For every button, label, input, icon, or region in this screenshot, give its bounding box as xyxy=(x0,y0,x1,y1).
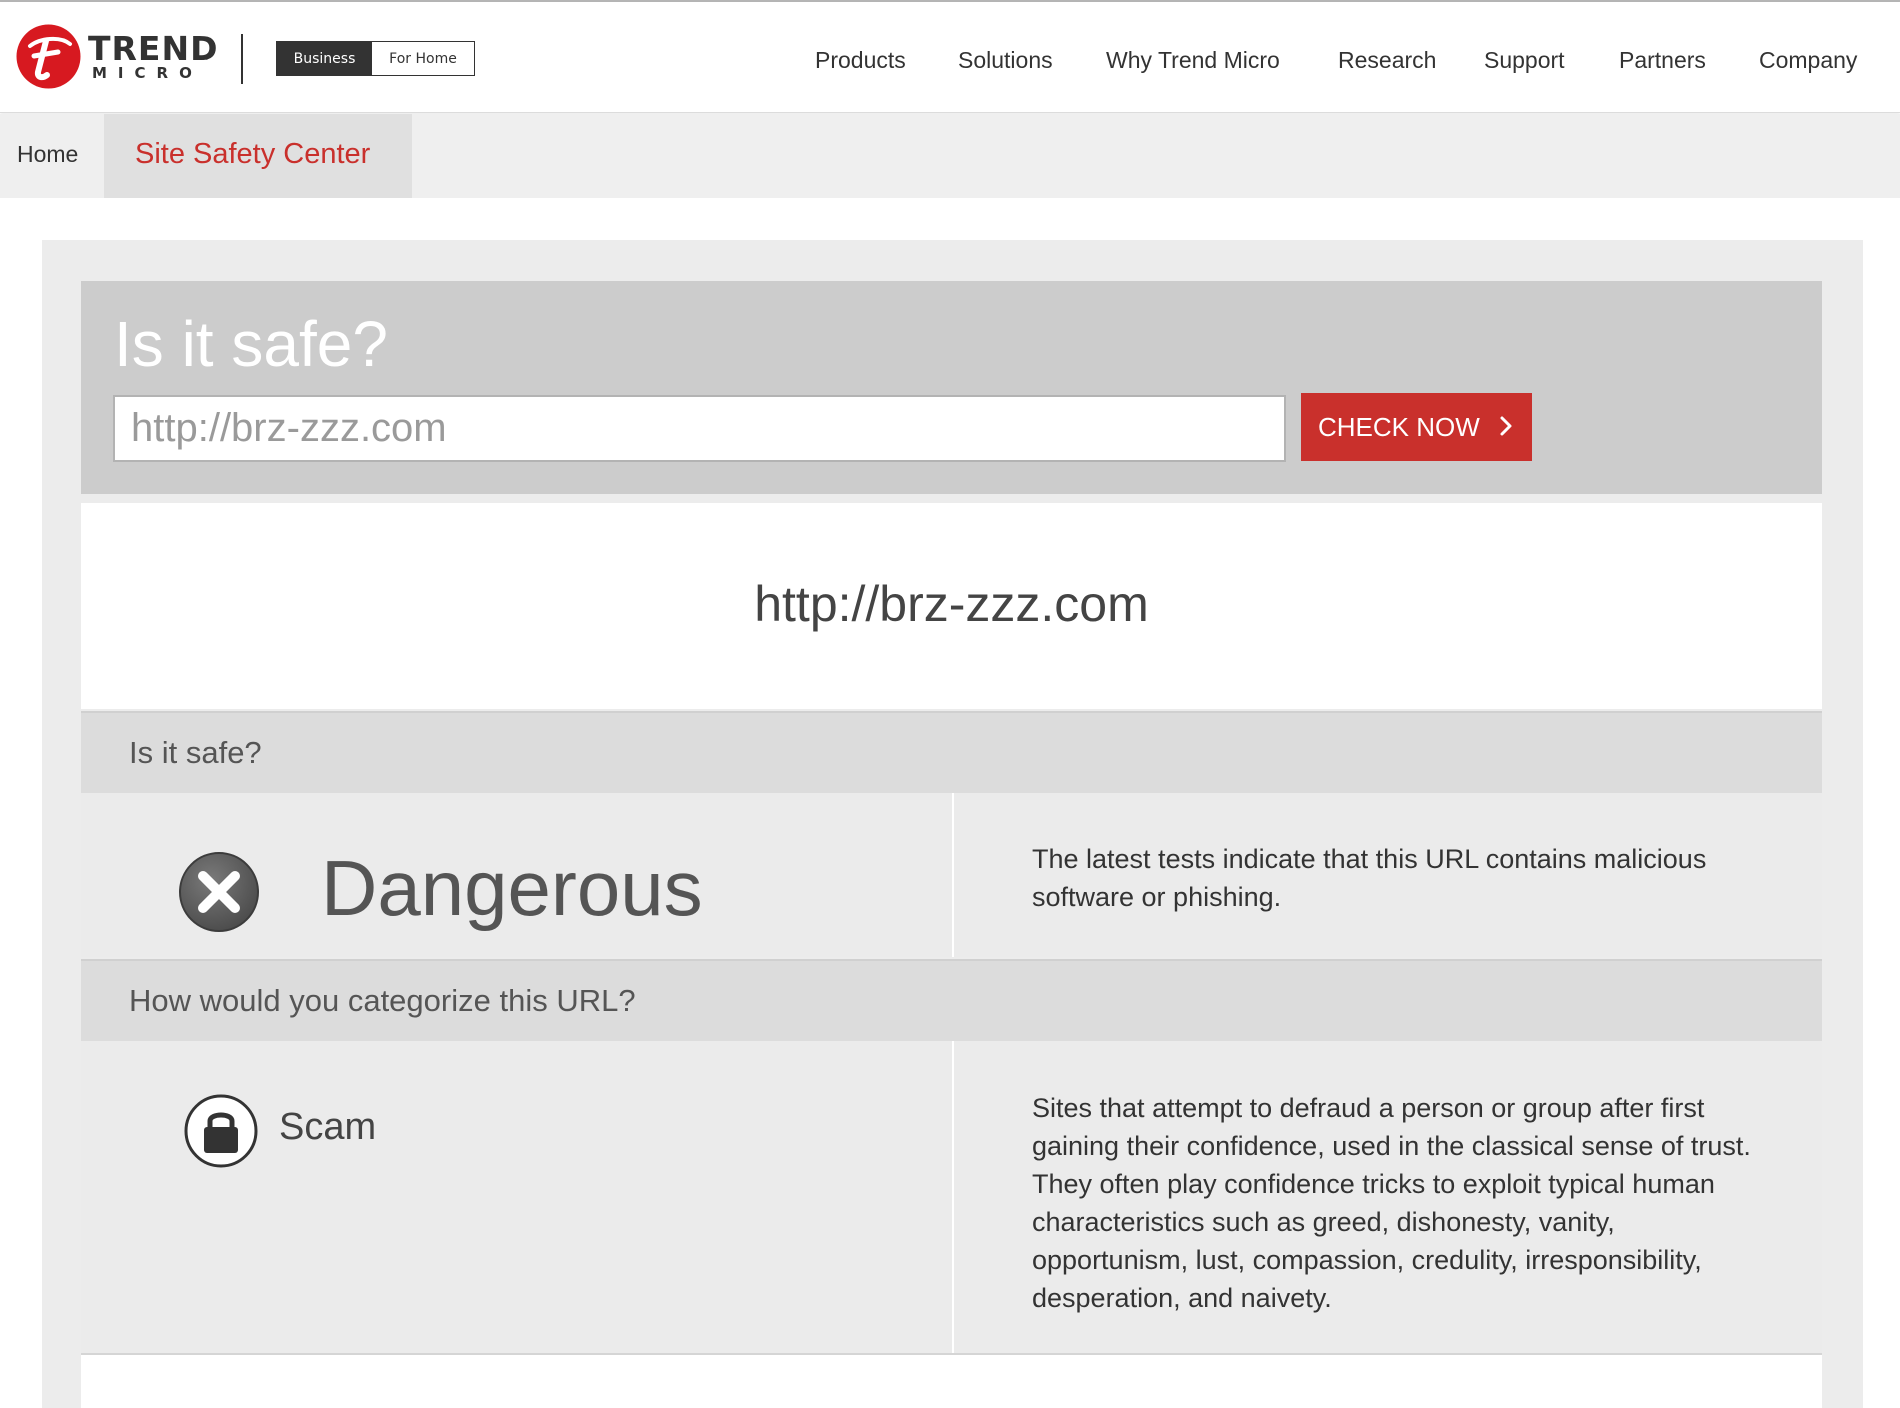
nav-support[interactable]: Support xyxy=(1484,42,1565,78)
nav-company[interactable]: Company xyxy=(1759,42,1857,78)
safety-section-title: Is it safe? xyxy=(129,735,262,770)
check-now-label: CHECK NOW xyxy=(1318,411,1480,442)
checked-url: http://brz-zzz.com xyxy=(754,576,1149,632)
safety-rating-description: The latest tests indicate that this URL … xyxy=(1032,844,1707,912)
nav-why-trend-micro[interactable]: Why Trend Micro xyxy=(1106,42,1280,78)
category-section-header: How would you categorize this URL? xyxy=(81,959,1822,1041)
check-now-button[interactable]: CHECK NOW xyxy=(1301,393,1532,461)
chevron-right-icon xyxy=(1500,416,1512,436)
safety-rating-row: Dangerous The latest tests indicate that… xyxy=(81,793,1822,957)
breadcrumb-current-tab[interactable]: Site Safety Center xyxy=(104,114,412,198)
row-divider xyxy=(952,1041,954,1353)
main-nav: Products Solutions Why Trend Micro Resea… xyxy=(0,42,1900,78)
breadcrumb-current-label: Site Safety Center xyxy=(135,138,371,170)
row-divider xyxy=(952,793,954,957)
url-input[interactable] xyxy=(113,395,1286,462)
category-label: Scam xyxy=(279,1106,377,1148)
lock-icon xyxy=(184,1094,258,1168)
breadcrumb: Home Site Safety Center xyxy=(0,114,1900,198)
safety-rating: Dangerous xyxy=(321,844,703,932)
site-header: TREND MICRO TM Business For Home Product… xyxy=(0,2,1900,113)
nav-research[interactable]: Research xyxy=(1338,42,1436,78)
nav-solutions[interactable]: Solutions xyxy=(958,42,1053,78)
search-title: Is it safe? xyxy=(114,308,388,380)
nav-partners[interactable]: Partners xyxy=(1619,42,1706,78)
nav-products[interactable]: Products xyxy=(815,42,906,78)
content-footer-area xyxy=(81,1353,1822,1408)
category-row: Scam Sites that attempt to defraud a per… xyxy=(81,1041,1822,1353)
url-check-panel: Is it safe? CHECK NOW xyxy=(81,281,1822,494)
breadcrumb-home[interactable]: Home xyxy=(17,141,78,168)
safety-section-header: Is it safe? xyxy=(81,711,1822,793)
x-circle-icon xyxy=(179,852,259,932)
category-description: Sites that attempt to defraud a person o… xyxy=(1032,1093,1751,1313)
checked-url-box: http://brz-zzz.com xyxy=(81,503,1822,709)
category-section-title: How would you categorize this URL? xyxy=(129,983,636,1018)
